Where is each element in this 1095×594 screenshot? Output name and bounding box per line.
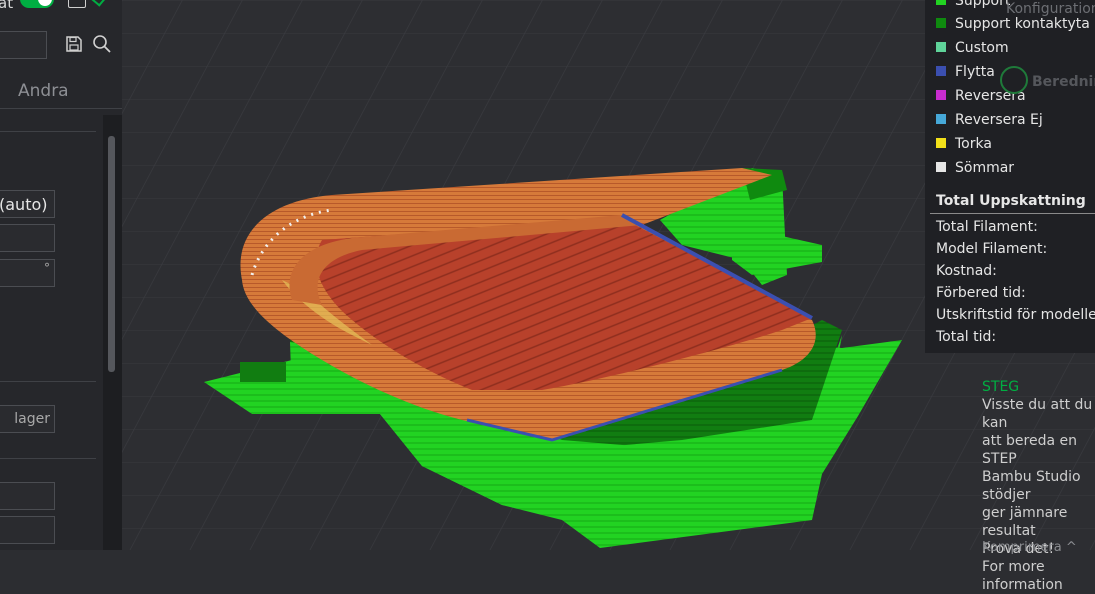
scrollbar-thumb[interactable] <box>108 136 115 372</box>
legend-item-wipe: Torka <box>936 136 992 152</box>
tips-line-4: ger jämnare resultat <box>982 505 1068 539</box>
tips-line-2: att bereda en STEP <box>982 433 1077 467</box>
layers-icon[interactable] <box>68 0 86 8</box>
estimate-total-filament: Total Filament: <box>936 219 1038 235</box>
auto-value: (auto) <box>0 195 48 214</box>
toggle-switch[interactable] <box>20 0 54 8</box>
degree-unit: ° <box>44 261 50 275</box>
tips-box: STEG Visste du att du kan att bereda en … <box>982 378 1095 594</box>
estimate-title: Total Uppskattning <box>936 193 1086 209</box>
tips-line-6: For more information <box>982 559 1063 593</box>
tips-line-3: Bambu Studio stödjer <box>982 469 1081 503</box>
legend-swatch <box>936 0 946 5</box>
chevron-up-icon: ^ <box>1061 540 1077 555</box>
legend-swatch <box>936 114 946 124</box>
legend-item-travel: Flytta <box>936 64 995 80</box>
legend-swatch <box>936 162 946 172</box>
legend-item-deretract: Reversera Ej <box>936 112 1043 128</box>
estimate-prepare-time: Förbered tid: <box>936 285 1026 301</box>
estimate-total-time: Total tid: <box>936 329 997 345</box>
legend-swatch <box>936 42 946 52</box>
angle-input[interactable]: ° <box>0 259 55 287</box>
tab-others[interactable]: Andra <box>18 81 69 101</box>
legend-swatch <box>936 18 946 28</box>
legend-panel: Support Support kontaktyta Custom Flytta… <box>925 0 1095 353</box>
layer-input[interactable]: lager <box>0 405 55 433</box>
estimate-model-filament: Model Filament: <box>936 241 1048 257</box>
legend-swatch <box>936 90 946 100</box>
check-icon <box>90 0 106 7</box>
value-input-2[interactable] <box>0 482 55 510</box>
layer-unit: lager <box>14 411 50 427</box>
legend-item-custom: Custom <box>936 40 1009 56</box>
collapse-button[interactable]: Komprimera ^ <box>982 540 1077 555</box>
legend-item-support: Support <box>936 0 1010 9</box>
auto-select[interactable]: (auto) <box>0 190 55 218</box>
value-input-1[interactable] <box>0 224 55 252</box>
partial-label: at <box>0 0 14 12</box>
estimate-divider <box>930 213 1095 214</box>
estimate-cost: Kostnad: <box>936 263 997 279</box>
slice-status: Beredning <box>1032 74 1095 90</box>
support-block-small <box>240 362 286 382</box>
collapse-label: Komprimera <box>982 540 1062 555</box>
search-icon[interactable] <box>92 34 112 54</box>
settings-panel: at Andra (auto) ° lager <box>0 0 122 550</box>
config-notice: Konfigurationen <box>1006 1 1095 17</box>
legend-swatch <box>936 66 946 76</box>
tab-underline <box>0 108 122 109</box>
value-input-3[interactable] <box>0 516 55 544</box>
preset-input[interactable] <box>0 31 47 59</box>
legend-item-support-interface: Support kontaktyta <box>936 16 1090 32</box>
tips-title: STEG <box>982 379 1020 395</box>
save-icon[interactable] <box>65 35 83 53</box>
tips-line-1: Visste du att du kan <box>982 397 1093 431</box>
legend-swatch <box>936 138 946 148</box>
legend-item-seams: Sömmar <box>936 160 1014 176</box>
estimate-model-print-time: Utskriftstid för modellen: <box>936 307 1095 323</box>
slice-status-icon <box>1000 66 1028 94</box>
